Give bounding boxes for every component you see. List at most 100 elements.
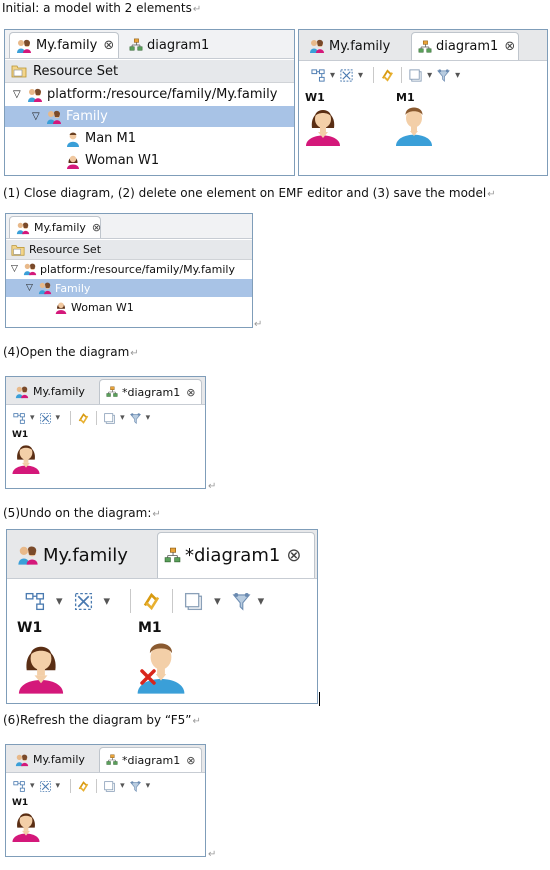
tree-item-woman[interactable]: Woman W1	[5, 150, 294, 171]
frame-icon[interactable]	[183, 591, 204, 612]
tab-diagram1[interactable]: diagram1	[123, 32, 215, 58]
arrange-all-icon[interactable]	[380, 68, 395, 83]
expand-toggle-icon[interactable]: ▽	[32, 111, 46, 122]
arrange-all-icon[interactable]	[141, 591, 162, 612]
select-all-icon[interactable]	[39, 412, 52, 425]
man-node-icon[interactable]	[394, 102, 434, 146]
paragraph-mark: ↵	[487, 189, 496, 200]
caption-step-1-3: (1) Close diagram, (2) delete one elemen…	[3, 186, 496, 200]
select-all-icon[interactable]	[73, 591, 94, 612]
arrange-all-icon[interactable]	[77, 780, 90, 793]
close-tab-icon[interactable]: ⊗	[186, 386, 195, 399]
tree-label: Family	[55, 281, 91, 295]
dropdown-arrow-icon[interactable]: ▾	[120, 781, 125, 791]
expand-toggle-icon[interactable]: ▽	[13, 89, 27, 100]
tree-item-man[interactable]: Man M1	[5, 128, 294, 149]
dropdown-arrow-icon[interactable]: ▾	[455, 70, 460, 81]
text-cursor	[319, 692, 320, 706]
tree-item-resource[interactable]: ▽ platform:/resource/family/My.family	[5, 84, 294, 105]
dropdown-arrow-icon[interactable]: ▾	[56, 781, 61, 791]
layout-icon[interactable]	[13, 780, 26, 793]
diagram-editor-opened: My.family *diagram1 ⊗ ▾ ▾ ▾ ▾ W1	[5, 376, 206, 489]
tab-my-family[interactable]: My.family ⊗	[9, 32, 119, 58]
layout-icon[interactable]	[13, 412, 26, 425]
tree-item-resource[interactable]: ▽ platform:/resource/family/My.family	[6, 260, 252, 278]
paragraph-mark: ↵	[208, 481, 217, 492]
filter-icon[interactable]	[129, 780, 142, 793]
layout-icon[interactable]	[311, 68, 326, 83]
close-tab-icon[interactable]: ⊗	[186, 754, 195, 767]
family-icon	[15, 753, 29, 767]
tab-my-family[interactable]: My.family	[11, 532, 134, 578]
expand-toggle-icon[interactable]: ▽	[11, 264, 23, 274]
dropdown-arrow-icon[interactable]: ▾	[56, 413, 61, 423]
tab-diagram1[interactable]: *diagram1 ⊗	[99, 747, 202, 772]
tab-diagram1[interactable]: *diagram1 ⊗	[99, 379, 202, 404]
tab-my-family[interactable]: My.family	[9, 379, 91, 404]
diagram-editor-initial: My.family diagram1 ⊗ ▾ ▾ ▾ ▾ W1 M1	[298, 29, 548, 176]
toolbar-separator	[70, 411, 72, 425]
tab-label: diagram1	[147, 37, 210, 53]
filter-icon[interactable]	[436, 68, 451, 83]
toolbar-separator	[96, 411, 98, 425]
tab-diagram1[interactable]: diagram1 ⊗	[411, 32, 519, 60]
select-all-icon[interactable]	[339, 68, 354, 83]
node-label-m1: M1	[138, 620, 162, 636]
tab-diagram1[interactable]: *diagram1 ⊗	[157, 532, 315, 578]
dropdown-arrow-icon[interactable]: ▾	[146, 781, 151, 791]
frame-icon[interactable]	[103, 780, 116, 793]
tab-my-family[interactable]: My.family	[303, 32, 396, 60]
close-tab-icon[interactable]: ⊗	[504, 39, 515, 54]
paragraph-mark: ↵	[192, 4, 202, 15]
tree-item-family[interactable]: ▽ Family	[5, 106, 294, 127]
tree-item-family[interactable]: ▽ Family	[6, 279, 252, 297]
toolbar-separator	[70, 779, 72, 793]
tree-item-resource-set[interactable]: Resource Set	[6, 240, 252, 260]
woman-node-icon[interactable]	[10, 439, 42, 474]
tab-label: My.family	[329, 38, 391, 54]
tab-my-family[interactable]: My.family ⊗	[9, 216, 101, 238]
dropdown-arrow-icon[interactable]: ▾	[120, 413, 125, 423]
tree-label: platform:/resource/family/My.family	[40, 262, 235, 276]
tab-label: My.family	[34, 221, 86, 234]
arrange-all-icon[interactable]	[77, 412, 90, 425]
expand-toggle-icon[interactable]: ▽	[26, 283, 38, 293]
dropdown-arrow-icon[interactable]: ▾	[358, 70, 363, 81]
woman-node-icon[interactable]	[15, 636, 67, 694]
dropdown-arrow-icon[interactable]: ▾	[30, 413, 35, 423]
frame-icon[interactable]	[408, 68, 423, 83]
dropdown-arrow-icon[interactable]: ▾	[330, 70, 335, 81]
close-tab-icon[interactable]: ⊗	[286, 545, 301, 566]
dropdown-arrow-icon[interactable]: ▾	[214, 594, 221, 609]
close-tab-icon[interactable]: ⊗	[92, 221, 101, 234]
tab-label: *diagram1	[185, 545, 281, 566]
toolbar-separator	[401, 67, 403, 83]
tree-label: Woman W1	[85, 153, 160, 168]
select-all-icon[interactable]	[39, 780, 52, 793]
family-icon	[15, 385, 29, 399]
dropdown-arrow-icon[interactable]: ▾	[56, 594, 63, 609]
tab-my-family[interactable]: My.family	[9, 747, 91, 772]
filter-icon[interactable]	[129, 412, 142, 425]
toolbar-separator	[130, 589, 132, 613]
layout-icon[interactable]	[25, 591, 46, 612]
tab-label: My.family	[43, 544, 128, 566]
family-icon	[46, 109, 62, 125]
resource-set-icon	[11, 243, 25, 257]
diagram-editor-after-refresh: My.family *diagram1 ⊗ ▾ ▾ ▾ ▾ W1	[5, 744, 206, 857]
dropdown-arrow-icon[interactable]: ▾	[258, 594, 265, 609]
woman-node-icon[interactable]	[303, 102, 343, 146]
dropdown-arrow-icon[interactable]: ▾	[427, 70, 432, 81]
family-icon	[16, 221, 30, 235]
dropdown-arrow-icon[interactable]: ▾	[104, 594, 111, 609]
close-tab-icon[interactable]: ⊗	[103, 38, 114, 53]
dropdown-arrow-icon[interactable]: ▾	[146, 413, 151, 423]
dropdown-arrow-icon[interactable]: ▾	[30, 781, 35, 791]
tree-label: Man M1	[85, 131, 137, 146]
tree-item-resource-set[interactable]: Resource Set	[5, 60, 294, 83]
frame-icon[interactable]	[103, 412, 116, 425]
tree-item-woman[interactable]: Woman W1	[6, 298, 252, 316]
filter-icon[interactable]	[231, 591, 252, 612]
tree-label: Resource Set	[29, 243, 102, 256]
woman-node-icon[interactable]	[10, 807, 42, 842]
